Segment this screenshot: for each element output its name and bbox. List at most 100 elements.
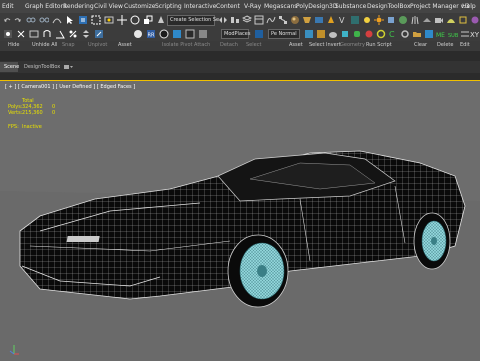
- asset-button[interactable]: Asset: [118, 42, 132, 48]
- vray-fur-icon[interactable]: [410, 15, 420, 25]
- unlink-icon[interactable]: [39, 15, 49, 25]
- tab-designtoolbox[interactable]: DesignToolBox: [20, 62, 60, 72]
- vray-physical-camera-icon[interactable]: [434, 15, 444, 25]
- editable-poly-icon[interactable]: [133, 29, 143, 39]
- hide-button[interactable]: Hide: [8, 42, 19, 48]
- detach-button[interactable]: Detach: [220, 42, 238, 48]
- script-c-icon[interactable]: C: [388, 29, 398, 39]
- percent-snap-icon[interactable]: [68, 29, 78, 39]
- menu-polydesign3d[interactable]: PolyDesign3D: [296, 3, 337, 10]
- bind-space-warp-icon[interactable]: [52, 15, 62, 25]
- edit-button[interactable]: Edit: [460, 42, 470, 48]
- redo-icon[interactable]: [14, 16, 22, 24]
- menu-rendering[interactable]: Rendering: [63, 3, 94, 10]
- polydesign-icon[interactable]: [172, 29, 182, 39]
- keyboard-shortcut-icon[interactable]: [29, 29, 39, 39]
- cylinder-icon[interactable]: [352, 29, 362, 39]
- normal-mode-dropdown[interactable]: Pe Normal: [268, 29, 300, 39]
- menu-substance[interactable]: Substance: [335, 3, 366, 10]
- me-icon[interactable]: ME: [436, 29, 446, 39]
- isolate-pivot-button[interactable]: Isolate Pivot: [162, 42, 193, 48]
- menu-content[interactable]: Content: [216, 3, 240, 10]
- select-by-name-icon[interactable]: [78, 15, 88, 25]
- rotate-icon[interactable]: [130, 15, 140, 25]
- menu-civil-view[interactable]: Civil View: [94, 3, 123, 10]
- car-wireframe-model[interactable]: [0, 81, 480, 361]
- rr-icon[interactable]: RR: [146, 29, 156, 39]
- vray-mesh-light-icon[interactable]: [458, 15, 468, 25]
- asset-button-2[interactable]: Asset: [289, 42, 303, 48]
- axis-xy-icon[interactable]: XY: [470, 29, 480, 39]
- menu-designtoolbox[interactable]: DesignToolBox: [367, 3, 411, 10]
- mirror-icon[interactable]: [218, 15, 228, 25]
- save-icon[interactable]: [424, 29, 434, 39]
- clear-button[interactable]: Clear: [414, 42, 427, 48]
- viewport-camera001[interactable]: [ + ] [ Camera001 ] [ User Defined ] [ E…: [0, 80, 480, 361]
- tab-options-icon[interactable]: [64, 64, 74, 70]
- menu-edit[interactable]: Edit: [2, 3, 14, 10]
- render-icon[interactable]: [326, 15, 336, 25]
- vray-frame-buffer-icon[interactable]: [350, 15, 360, 25]
- scene-explorer-icon[interactable]: [254, 15, 264, 25]
- material-editor-icon[interactable]: [290, 15, 300, 25]
- select-invert-button[interactable]: Select Invert: [309, 42, 341, 48]
- delete-button[interactable]: Delete: [437, 42, 453, 48]
- window-crossing-icon[interactable]: [104, 15, 114, 25]
- vray-proxy-icon[interactable]: [386, 15, 396, 25]
- select-manipulate-icon[interactable]: [16, 29, 26, 39]
- snaps-toggle-icon[interactable]: [42, 29, 52, 39]
- curve-editor-icon[interactable]: [266, 15, 276, 25]
- swap-icon[interactable]: [460, 29, 470, 39]
- tab-scene[interactable]: Scene: [0, 62, 19, 72]
- rendered-frame-icon[interactable]: [314, 15, 324, 25]
- menu-help[interactable]: Help: [462, 3, 476, 10]
- teapot-icon[interactable]: [328, 29, 338, 39]
- run-script-button[interactable]: Run Script: [366, 42, 392, 48]
- quick-render-icon[interactable]: [316, 29, 326, 39]
- snap-button[interactable]: Snap: [62, 42, 75, 48]
- unpivot-button[interactable]: Unpivot: [88, 42, 107, 48]
- menu-interactive[interactable]: Interactive: [184, 3, 216, 10]
- attach-button[interactable]: Attach: [194, 42, 210, 48]
- folder-icon[interactable]: [412, 29, 422, 39]
- vray-sun-icon[interactable]: [374, 15, 384, 25]
- vray-plane-icon[interactable]: [422, 15, 432, 25]
- select-object-icon[interactable]: [65, 15, 75, 25]
- move-icon[interactable]: [117, 15, 127, 25]
- vray-light-icon[interactable]: [362, 15, 372, 25]
- material-slot-icon[interactable]: [304, 29, 314, 39]
- schematic-view-icon[interactable]: [278, 15, 288, 25]
- edit-named-selection-icon[interactable]: [94, 29, 104, 39]
- menu-customize[interactable]: Customize: [124, 3, 156, 10]
- menu-graph-editors[interactable]: Graph Editors: [25, 3, 66, 10]
- unhide-all-button[interactable]: Unhide All: [32, 42, 57, 48]
- settings-icon[interactable]: [400, 29, 410, 39]
- menu-project-manager[interactable]: Project Manager v.3: [410, 3, 469, 10]
- vray-icon[interactable]: V: [338, 15, 348, 25]
- pivot-icon[interactable]: [3, 29, 13, 39]
- vray-logo-icon[interactable]: [159, 29, 169, 39]
- rect-selection-icon[interactable]: [91, 15, 101, 25]
- modifier-dropdown[interactable]: ModPlaces: [221, 29, 250, 39]
- vray-dome-light-icon[interactable]: [446, 15, 456, 25]
- place-icon[interactable]: [156, 15, 166, 25]
- geometry-button[interactable]: Geometry: [340, 42, 365, 48]
- menu-scripting[interactable]: Scripting: [155, 3, 182, 10]
- vray-material-icon[interactable]: [470, 15, 480, 25]
- scale-icon[interactable]: [143, 15, 153, 25]
- sub-icon[interactable]: SUB: [448, 29, 458, 39]
- menu-vray[interactable]: V-Ray: [244, 3, 261, 10]
- menu-megascans[interactable]: Megascans: [264, 3, 297, 10]
- link-icon[interactable]: [26, 15, 36, 25]
- angle-snap-icon[interactable]: [55, 29, 65, 39]
- align-icon[interactable]: [230, 15, 240, 25]
- torus-icon[interactable]: [376, 29, 386, 39]
- vray-sphere-icon[interactable]: [398, 15, 408, 25]
- undo-icon[interactable]: [3, 16, 11, 24]
- grid-icon[interactable]: [198, 29, 208, 39]
- substance-icon[interactable]: [185, 29, 195, 39]
- render-setup-icon[interactable]: [302, 15, 312, 25]
- box-icon[interactable]: [340, 29, 350, 39]
- sphere-icon[interactable]: [364, 29, 374, 39]
- select-button[interactable]: Select: [246, 42, 261, 48]
